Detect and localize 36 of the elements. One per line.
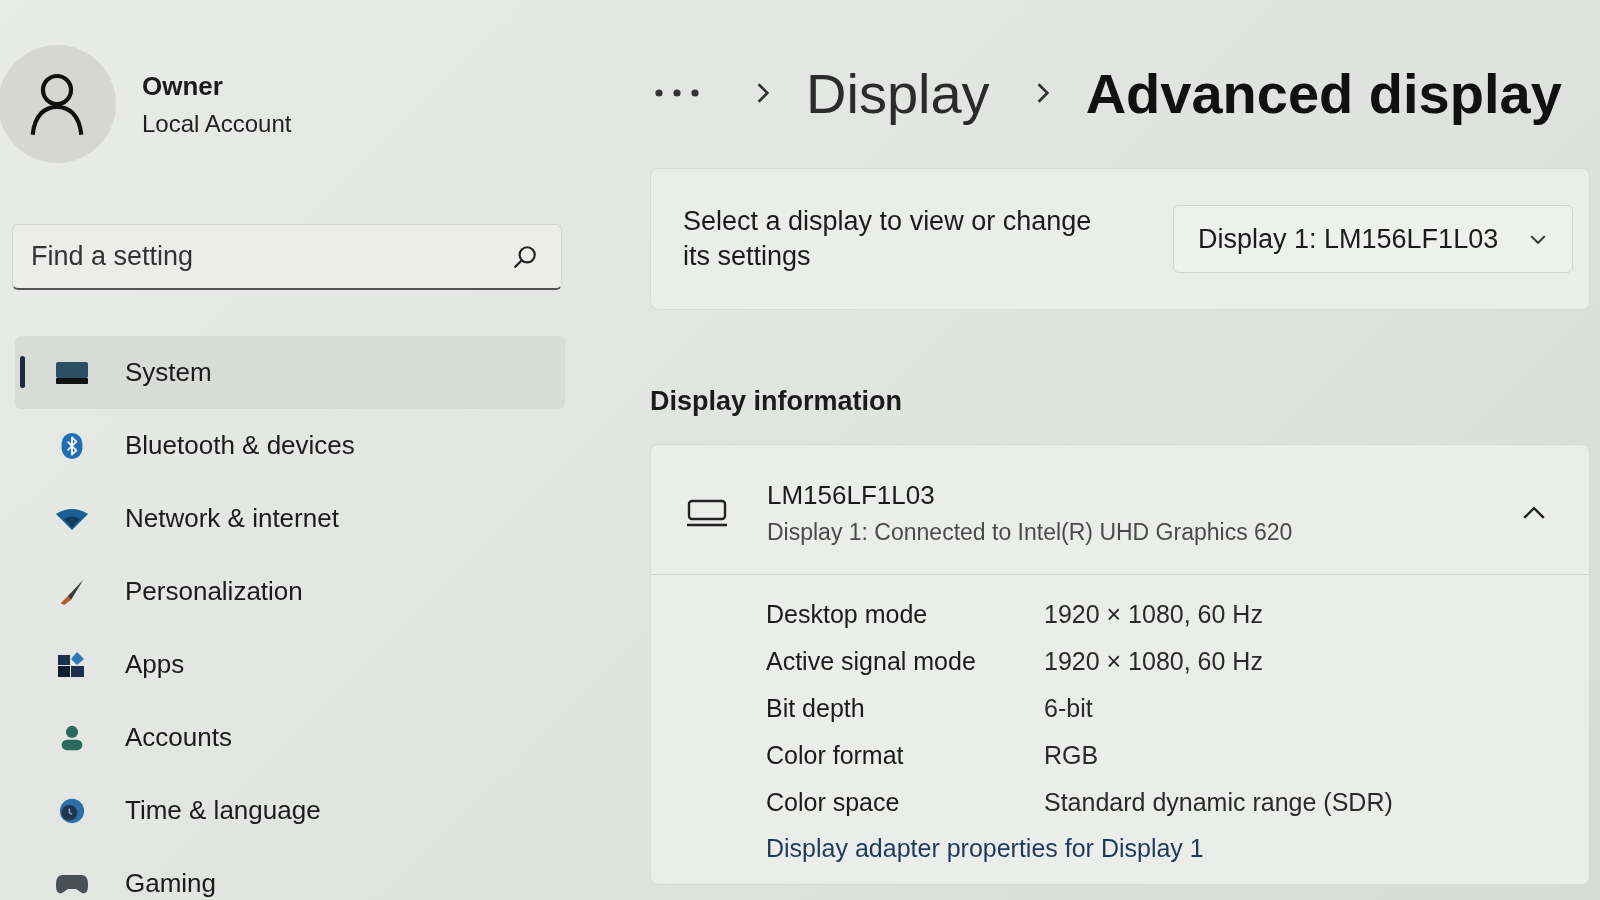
chevron-up-icon[interactable] [1523,506,1545,519]
property-value: Standard dynamic range (SDR) [1044,788,1393,817]
page-title: Advanced display [1085,60,1562,126]
breadcrumb-link[interactable]: Display [806,60,990,126]
search-field[interactable]: Find a setting [12,224,562,290]
nav-item[interactable]: Apps [15,628,565,701]
property-value: 6-bit [1044,694,1093,723]
property-label: Color space [766,788,901,817]
monitor-icon [56,359,88,386]
nav-item[interactable]: Time & language [15,774,565,847]
property-label: Bit depth [766,694,866,723]
property-value: 1920 × 1080, 60 Hz [1044,600,1263,629]
property-label: Active signal mode [766,647,977,676]
property-label: Color format [766,741,905,770]
chevron-right-icon [756,82,770,104]
chevron-right-icon [1035,82,1050,104]
account-type: Local Account [142,109,292,138]
property-label: Desktop mode [766,600,929,629]
property-value: RGB [1044,741,1099,770]
display-name: LM156LF1L03 [767,479,936,511]
nav-item[interactable]: Gaming [15,847,565,900]
monitor-icon [687,498,727,527]
display-dropdown[interactable]: Display 1: LM156LF1L03 [1173,205,1573,273]
account-name: Owner [142,70,224,102]
nav-item[interactable]: Bluetooth & devices [15,409,565,482]
display-connection: Display 1: Connected to Intel(R) UHD Graphics 620 [767,518,1294,546]
search-icon [512,244,538,270]
section-title: Display information [650,385,904,418]
chevron-down-icon [1530,234,1546,244]
more-icon[interactable] [654,89,700,97]
property-value: 1920 × 1080, 60 Hz [1044,647,1263,676]
nav-item[interactable]: Accounts [15,701,565,774]
nav-item[interactable]: Personalization [15,555,565,628]
adapter-properties-link[interactable]: Display adapter properties for Display 1 [766,826,1204,870]
display-select-label: Select a display to view or change its settings [683,205,1093,273]
nav-item[interactable]: Network & internet [15,482,565,555]
